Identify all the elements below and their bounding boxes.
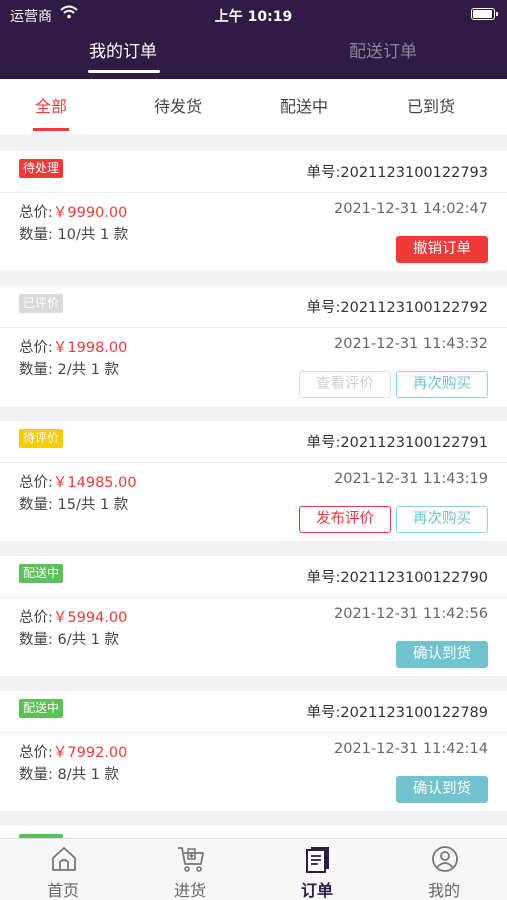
total-price: 总价:￥14985.00: [19, 475, 137, 491]
price-value: ￥14985.00: [52, 475, 137, 491]
price-value: ￥9990.00: [52, 205, 128, 221]
tab-label: 进货: [173, 881, 206, 900]
order-card[interactable]: 配送中 单号:2021123100122789 总价:￥7992.00 2021…: [0, 691, 507, 811]
order-number: 单号:2021123100122791: [306, 435, 489, 451]
tab-home[interactable]: 首页: [0, 839, 126, 900]
order-list: 待处理 单号:2021123100122793 总价:￥9990.00 2021…: [0, 148, 507, 838]
view-review-button[interactable]: 查看评价: [299, 371, 391, 398]
total-price: 总价:￥5994.00: [19, 610, 128, 626]
battery-icon: [471, 8, 498, 20]
tab-label: 首页: [46, 881, 79, 900]
post-review-button[interactable]: 发布评价: [299, 506, 391, 533]
order-quantity: 数量: 15/共 1 款: [19, 497, 129, 513]
order-card[interactable]: 已评价 单号:2021123100122792 总价:￥1998.00 2021…: [0, 286, 507, 406]
status-bar: 运营商 上午 10:19: [0, 0, 507, 28]
order-date: 2021-12-31 14:02:47: [334, 201, 488, 217]
order-quantity: 数量: 10/共 1 款: [19, 227, 129, 243]
filter-tab-pending-shipment[interactable]: 待发货: [133, 79, 223, 134]
confirm-arrival-button[interactable]: 确认到货: [396, 776, 488, 803]
order-number: 单号:2021123100122792: [306, 300, 489, 316]
top-nav: 我的订单 配送订单: [0, 28, 507, 79]
divider: [0, 462, 507, 463]
total-price: 总价:￥9990.00: [19, 205, 128, 221]
order-date: 2021-12-31 11:42:56: [334, 606, 488, 622]
divider: [0, 732, 507, 733]
price-value: ￥5994.00: [52, 610, 128, 626]
buy-again-button[interactable]: 再次购买: [396, 371, 488, 398]
order-number: 单号:2021123100122790: [306, 570, 489, 586]
home-icon: [52, 847, 76, 871]
tab-label: 我的: [427, 881, 460, 900]
tab-mine[interactable]: 我的: [381, 839, 507, 900]
order-number: 单号:2021123100122793: [306, 165, 489, 181]
divider: [0, 192, 507, 193]
status-badge: 待评价: [19, 429, 64, 448]
cancel-order-button[interactable]: 撤销订单: [396, 236, 488, 263]
order-quantity: 数量: 8/共 1 款: [19, 767, 120, 783]
user-icon: [432, 846, 458, 872]
active-filter-indicator: [33, 128, 69, 131]
total-price: 总价:￥7992.00: [19, 745, 128, 761]
divider: [0, 597, 507, 598]
buy-again-button[interactable]: 再次购买: [396, 506, 488, 533]
status-badge: 配送中: [19, 699, 64, 718]
bottom-tab-bar: 首页 进货 订单 我的: [0, 838, 507, 900]
tab-orders[interactable]: 订单: [254, 839, 380, 900]
order-card[interactable]: 待评价 单号:2021123100122791 总价:￥14985.00 202…: [0, 421, 507, 541]
order-date: 2021-12-31 11:42:14: [334, 741, 488, 757]
order-number: 单号:2021123100122789: [306, 705, 489, 721]
filter-tab-arrived[interactable]: 已到货: [386, 79, 476, 134]
order-card-partial: [0, 826, 507, 838]
tab-label: 订单: [300, 881, 333, 900]
divider: [0, 327, 507, 328]
active-tab-indicator: [88, 70, 160, 73]
order-card[interactable]: 配送中 单号:2021123100122790 总价:￥5994.00 2021…: [0, 556, 507, 676]
order-date: 2021-12-31 11:43:19: [334, 471, 488, 487]
status-badge: 待处理: [19, 159, 64, 178]
order-card[interactable]: 待处理 单号:2021123100122793 总价:￥9990.00 2021…: [0, 151, 507, 271]
clock: 上午 10:19: [214, 9, 293, 25]
status-badge: 已评价: [19, 294, 64, 313]
order-date: 2021-12-31 11:43:32: [334, 336, 488, 352]
filter-tab-in-delivery[interactable]: 配送中: [259, 79, 349, 134]
total-price: 总价:￥1998.00: [19, 340, 128, 356]
order-icon: [306, 847, 329, 873]
confirm-arrival-button[interactable]: 确认到货: [396, 641, 488, 668]
order-quantity: 数量: 2/共 1 款: [19, 362, 120, 378]
tab-restock[interactable]: 进货: [127, 839, 253, 900]
order-quantity: 数量: 6/共 1 款: [19, 632, 120, 648]
cart-icon: [178, 847, 204, 872]
tab-delivery-orders[interactable]: 配送订单: [340, 28, 426, 79]
price-value: ￥7992.00: [52, 745, 128, 761]
status-badge: 配送中: [19, 564, 64, 583]
price-value: ￥1998.00: [52, 340, 128, 356]
filter-tab-all[interactable]: 全部: [6, 79, 96, 134]
status-filter-tabs: 全部 待发货 配送中 已到货: [0, 79, 507, 134]
